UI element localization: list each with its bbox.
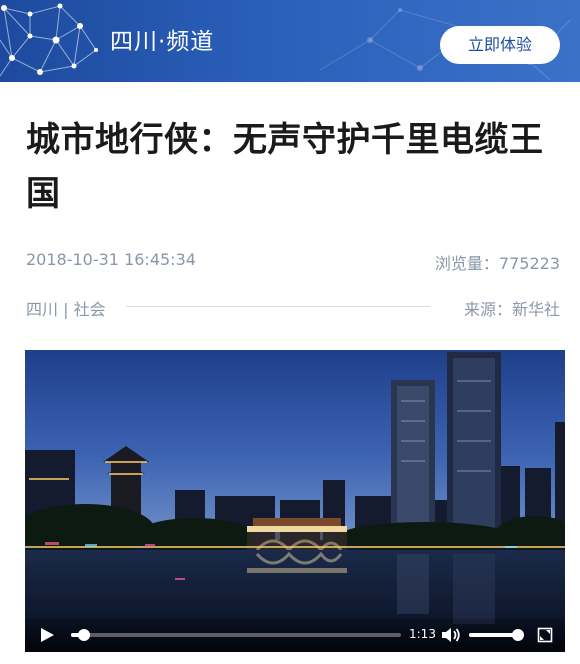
- publish-datetime: 2018-10-31 16:45:34: [26, 250, 196, 269]
- video-player[interactable]: 1:13: [25, 350, 565, 652]
- article-title: 城市地行侠：无声守护千里电缆王国: [26, 120, 544, 214]
- category-label[interactable]: 四川 | 社会: [26, 296, 114, 320]
- fullscreen-icon[interactable]: [537, 627, 553, 643]
- app-header: 四川·频道 立即体验: [0, 0, 580, 82]
- try-now-button[interactable]: 立即体验: [440, 26, 560, 64]
- source-label: 来源：新华社: [463, 300, 560, 319]
- play-icon[interactable]: [39, 627, 55, 643]
- video-controls: 1:13: [25, 618, 565, 652]
- view-count: 浏览量：775223: [435, 250, 560, 274]
- volume-handle[interactable]: [512, 629, 525, 641]
- channel-title: 四川·频道: [110, 29, 215, 55]
- category-row: 四川 | 社会 来源：新华社: [26, 296, 560, 320]
- volume-icon[interactable]: [441, 626, 461, 644]
- divider: [126, 306, 430, 307]
- progress-handle[interactable]: [78, 629, 91, 641]
- volume-slider[interactable]: [469, 629, 525, 641]
- volume-fill: [469, 633, 519, 637]
- views-label: 浏览量：: [434, 254, 499, 273]
- video-frame: [25, 350, 565, 652]
- views-number: 775223: [498, 254, 560, 273]
- progress-bar[interactable]: [71, 629, 401, 641]
- current-time: 1:13: [409, 627, 436, 641]
- network-graphic: [0, 3, 98, 77]
